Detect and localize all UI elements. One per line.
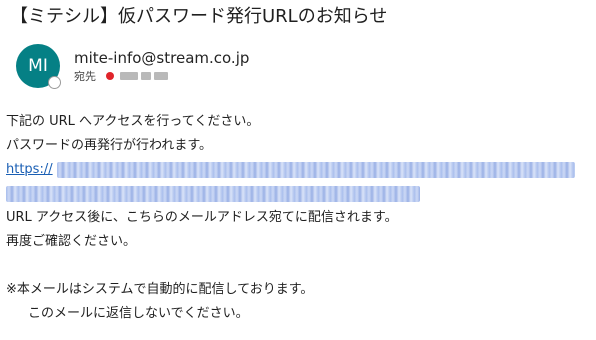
recipient-name-redacted[interactable] — [120, 72, 168, 80]
email-body: 下記の URL へアクセスを行ってください。 パスワードの再発行が行われます。 … — [6, 110, 590, 326]
reset-link-text[interactable]: https:// — [6, 158, 53, 182]
body-line: パスワードの再発行が行われます。 — [6, 138, 213, 153]
reset-link-redacted[interactable] — [6, 186, 420, 202]
note-line: このメールに返信しないでください。 — [28, 306, 249, 321]
recipient-row: 宛先 — [74, 68, 168, 84]
presence-status-icon — [48, 76, 61, 89]
to-label: 宛先 — [74, 70, 96, 83]
note-line: ※本メールはシステムで自動的に配信しております。 — [6, 282, 314, 297]
reset-link-redacted[interactable] — [56, 162, 575, 178]
body-line: URL アクセス後に、こちらのメールアドレス宛てに配信されます。 — [6, 210, 398, 225]
email-subject: 【ミテシル】仮パスワード発行URLのお知らせ — [10, 6, 388, 27]
reset-link-continued[interactable] — [6, 182, 590, 206]
recipient-status-icon — [106, 72, 114, 80]
body-line: 再度ご確認ください。 — [6, 234, 137, 249]
reset-link[interactable]: https:// — [6, 158, 590, 182]
body-line: 下記の URL へアクセスを行ってください。 — [6, 114, 260, 129]
sender-address[interactable]: mite-info@stream.co.jp — [74, 48, 249, 68]
